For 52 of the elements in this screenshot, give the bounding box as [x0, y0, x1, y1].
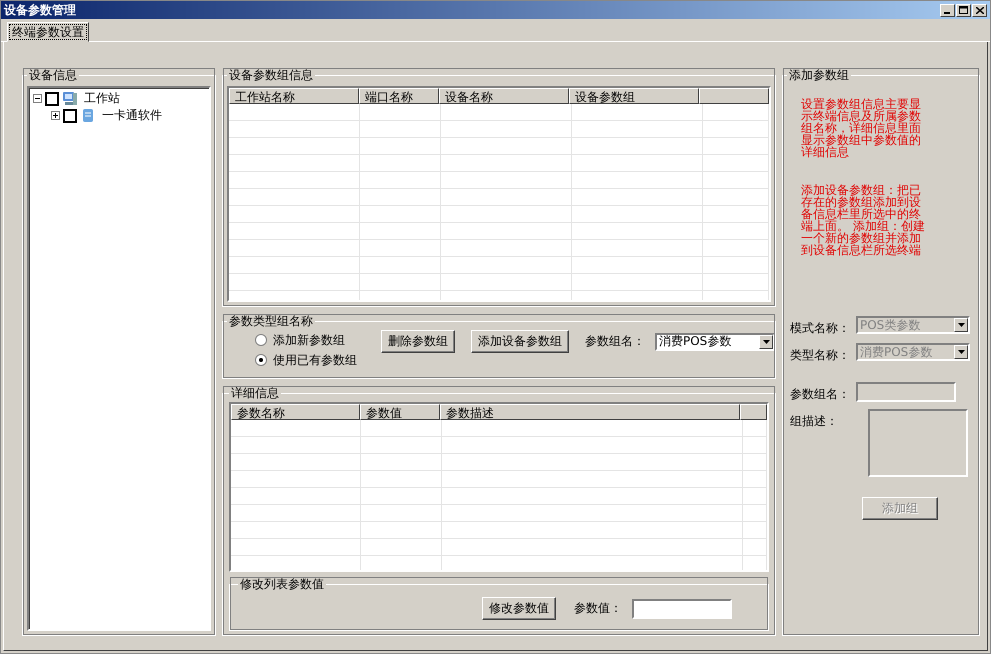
field-label: 参数组名： [585, 333, 645, 350]
column-header[interactable] [740, 404, 767, 420]
column-header[interactable]: 参数值 [360, 404, 440, 420]
group-title: 添加参数组 [788, 67, 850, 84]
tree-item[interactable]: 工作站 [84, 90, 120, 107]
device-icon [80, 108, 96, 123]
value-input-field[interactable] [632, 598, 732, 618]
radio-button[interactable] [255, 354, 267, 366]
field-label: 模式名称： [790, 320, 850, 337]
close-icon [976, 6, 984, 14]
group-name-field[interactable] [856, 382, 956, 402]
action-button[interactable]: 添加设备参数组 [471, 330, 569, 353]
column-header[interactable] [699, 88, 769, 104]
maximize-button[interactable] [956, 4, 971, 16]
column-header[interactable]: 设备参数组 [569, 88, 699, 104]
group-title: 参数类型组名称 [228, 313, 314, 330]
computer-icon [62, 91, 78, 106]
tree-checkbox[interactable] [45, 92, 59, 106]
column-header[interactable]: 参数名称 [231, 404, 360, 420]
dropdown-arrow-icon [762, 340, 770, 344]
dropdown-arrow-icon [958, 350, 964, 354]
group-title: 修改列表参数值 [239, 576, 325, 593]
radio-label[interactable]: 使用已有参数组 [273, 352, 357, 368]
tree-checkbox[interactable] [63, 108, 77, 122]
field-label: 参数组名： [790, 386, 850, 403]
help-note: 设置参数组信息主要显示终端信息及所属参数组名称，详细信息里面显示参数组中参数值的详细信息 [801, 98, 922, 158]
radio-button[interactable] [255, 334, 267, 346]
collapse-icon[interactable] [33, 94, 42, 103]
field-label: 组描述： [790, 413, 838, 430]
close-button[interactable] [972, 4, 987, 16]
minimize-button[interactable] [940, 4, 955, 16]
action-button[interactable]: 删除参数组 [381, 330, 455, 353]
column-header[interactable]: 设备名称 [439, 88, 569, 104]
radio-label[interactable]: 添加新参数组 [273, 332, 345, 348]
window-title: 设备参数管理 [4, 2, 76, 18]
tree-item[interactable]: 一卡通软件 [102, 107, 162, 124]
field-label: 参数值： [574, 600, 622, 617]
modify-button[interactable]: 修改参数值 [482, 597, 556, 620]
description-field[interactable] [868, 409, 968, 477]
expand-icon[interactable] [51, 111, 60, 120]
column-header[interactable]: 端口名称 [359, 88, 439, 104]
group-title: 设备信息 [28, 67, 78, 84]
group-title: 详细信息 [230, 385, 280, 402]
tab[interactable]: 终端参数设置 [7, 22, 89, 42]
help-note: 添加设备参数组：把已存在的参数组添加到设备信息栏里所选中的终端上面。 添加组：创建一个新的参数组并添加到设备信息栏所选终端 [801, 184, 926, 256]
field-label: 类型名称： [790, 347, 850, 364]
group-title: 设备参数组信息 [228, 67, 314, 84]
column-header[interactable]: 参数描述 [440, 404, 740, 420]
maximize-icon [959, 6, 968, 14]
param-group-dropdown[interactable]: 消费POS参数 [655, 332, 775, 350]
column-header[interactable]: 工作站名称 [229, 88, 359, 104]
dropdown-arrow-icon [958, 323, 964, 327]
